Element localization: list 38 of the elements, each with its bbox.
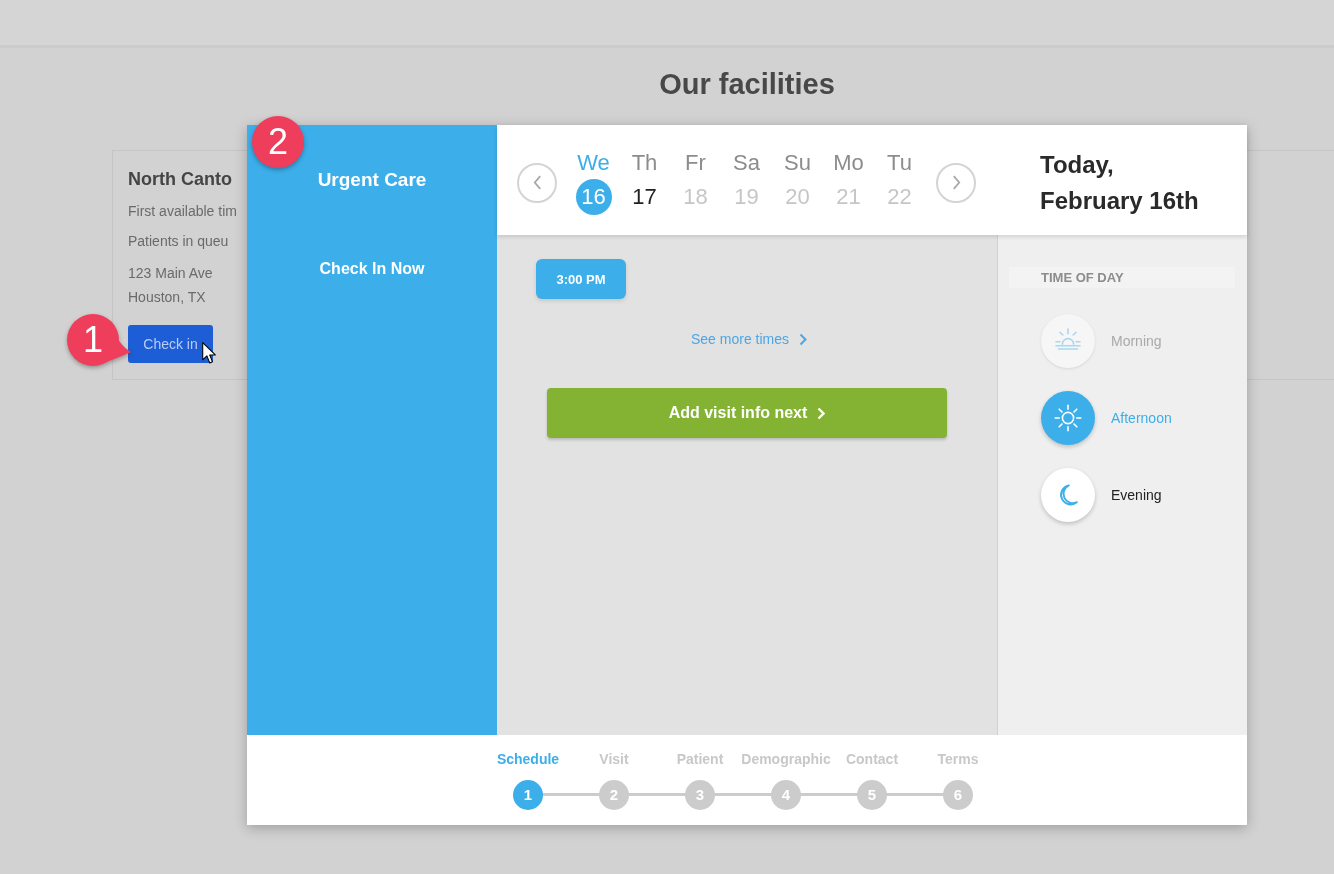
sun-icon (1041, 391, 1095, 445)
weekday-label: Su (784, 150, 811, 176)
add-visit-info-button[interactable]: Add visit info next (547, 388, 947, 438)
weekday-label: Fr (685, 150, 706, 176)
weekday-label: Sa (733, 150, 760, 176)
date-button[interactable]: 17 (626, 179, 663, 215)
section-title: TIME OF DAY (1009, 267, 1235, 288)
check-in-button[interactable]: Check in (128, 325, 213, 363)
previous-week-button[interactable] (517, 162, 557, 203)
moon-icon (1041, 468, 1095, 522)
facility-detail: First available tim (128, 202, 238, 220)
next-week-button[interactable] (936, 162, 976, 203)
callout-marker: 2 (251, 115, 305, 169)
chevron-right-icon (799, 332, 807, 346)
facility-name: North Canto (128, 168, 233, 190)
time-of-day-option[interactable]: Evening (1041, 468, 1162, 522)
date-button[interactable]: 16 (575, 179, 612, 215)
page-heading: Our facilities (658, 67, 836, 102)
sunrise-icon (1041, 314, 1095, 368)
time-of-day-option[interactable]: Afternoon (1041, 391, 1172, 445)
see-more-times-link[interactable]: See more times (686, 329, 807, 349)
check-in-now-link[interactable]: Check In Now (319, 259, 425, 279)
weekday-label: We (577, 150, 610, 176)
chevron-right-icon (951, 175, 961, 190)
cursor-icon (202, 342, 216, 364)
address-line: Houston, TX (128, 288, 207, 306)
step-label: Schedule (496, 750, 560, 768)
time-slot-button[interactable]: 3:00 PM (536, 259, 626, 299)
sidebar-title: Urgent Care (317, 168, 427, 192)
chevron-right-icon (817, 406, 826, 420)
step-number: 1 (513, 780, 543, 810)
weekday-label: Mo (833, 150, 864, 176)
weekday-label: Th (631, 150, 658, 176)
facility-detail: Patients in queu (128, 232, 230, 250)
address-line: 123 Main Ave (128, 264, 214, 282)
chevron-left-icon (532, 175, 542, 190)
date-heading: Today, February 16th (1040, 149, 1200, 216)
weekday-label: Tu (887, 150, 912, 176)
